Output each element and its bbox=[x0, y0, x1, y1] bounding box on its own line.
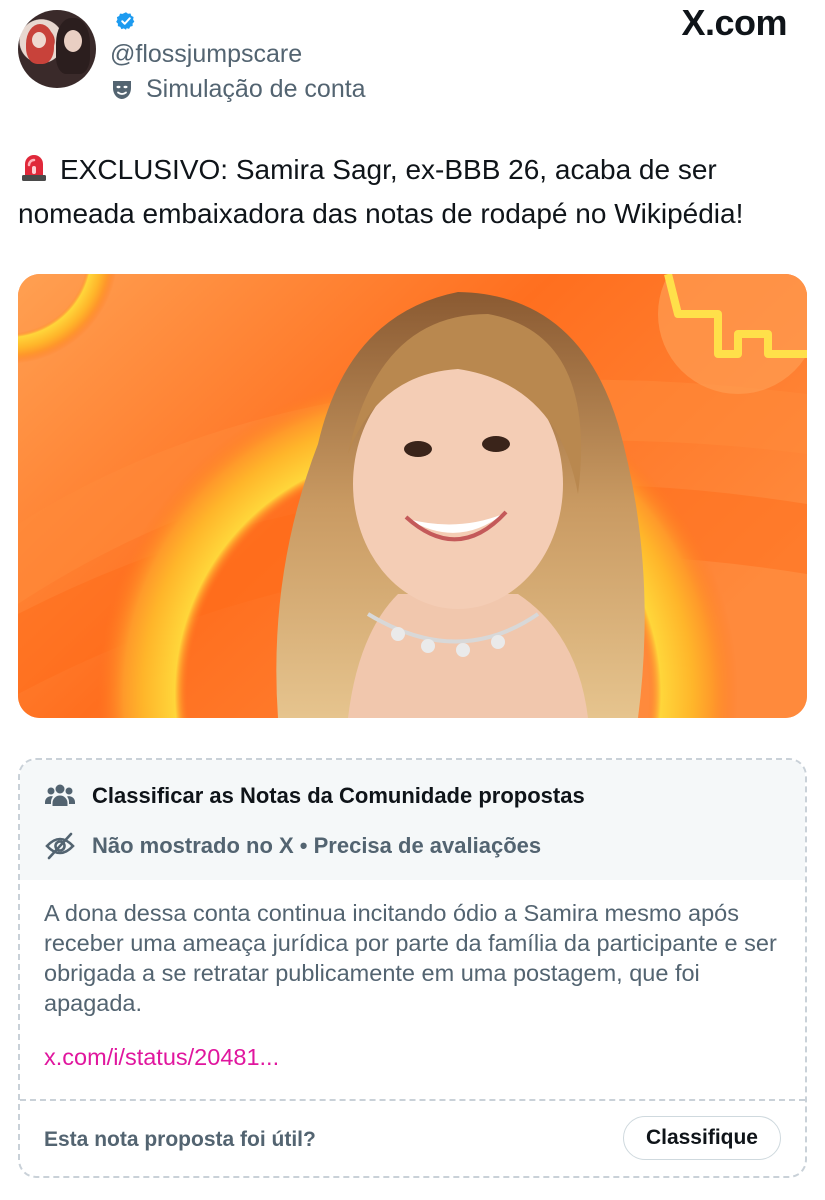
verified-badge-icon bbox=[116, 12, 135, 30]
brand-logo: X.com bbox=[681, 2, 787, 43]
helpful-question: Esta nota proposta foi útil? bbox=[44, 1128, 316, 1151]
tweet-photo[interactable] bbox=[18, 274, 807, 718]
rate-button[interactable]: Classifique bbox=[622, 1116, 781, 1160]
photo-illustration bbox=[18, 274, 807, 718]
divider bbox=[20, 1099, 805, 1101]
tweet-text: EXCLUSIVO: Samira Sagr, ex-BBB 26, acaba… bbox=[18, 148, 808, 236]
community-note-title: Classificar as Notas da Comunidade propo… bbox=[92, 783, 585, 808]
community-note-status-row: Não mostrado no X • Precisa de avaliaçõe… bbox=[44, 830, 541, 862]
author-handle[interactable]: @flossjumpscare bbox=[110, 40, 302, 69]
community-note-card: Classificar as Notas da Comunidade propo… bbox=[18, 758, 807, 1178]
community-note-body: A dona dessa conta continua incitando ód… bbox=[44, 900, 777, 1016]
theater-mask-icon bbox=[113, 80, 131, 99]
community-note-header: Classificar as Notas da Comunidade propo… bbox=[20, 760, 805, 880]
community-note-link[interactable]: x.com/i/status/20481... bbox=[44, 1044, 279, 1071]
community-note-status: Não mostrado no X • Precisa de avaliaçõe… bbox=[92, 833, 542, 858]
profile-avatar[interactable] bbox=[18, 10, 96, 88]
tweet-text-content: EXCLUSIVO: Samira Sagr, ex-BBB 26, acaba… bbox=[18, 154, 744, 229]
community-note-title-row[interactable]: Classificar as Notas da Comunidade propo… bbox=[44, 780, 585, 812]
account-label: Simulação de conta bbox=[110, 75, 366, 104]
people-icon bbox=[45, 784, 75, 806]
account-label-text: Simulação de conta bbox=[146, 75, 366, 103]
police-siren-icon bbox=[22, 155, 46, 181]
eye-slash-icon bbox=[45, 832, 75, 860]
